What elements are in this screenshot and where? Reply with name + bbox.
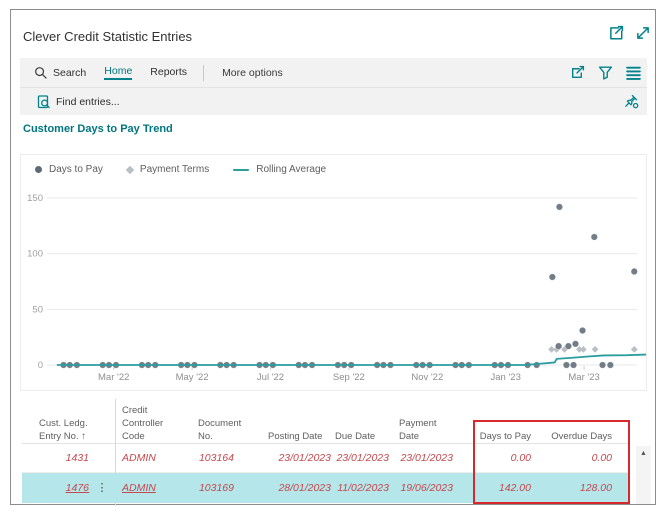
more-options-button[interactable]: More options	[222, 67, 283, 79]
cell-days_to_pay: 0.00	[510, 452, 531, 464]
svg-text:Jul '22: Jul '22	[257, 372, 284, 383]
column-header-line: Credit	[122, 405, 148, 416]
cell-days_to_pay: 142.00	[498, 482, 531, 494]
filter-icon[interactable]	[598, 65, 613, 80]
table-scrollbar[interactable]: ▲	[636, 446, 651, 504]
cell-due_date: 11/02/2023	[337, 482, 389, 494]
svg-text:Nov '22: Nov '22	[411, 372, 443, 383]
cell-document_no: 103164	[198, 452, 234, 464]
svg-text:50: 50	[32, 304, 43, 315]
app-window: Clever Credit Statistic Entries Search H…	[10, 9, 656, 506]
column-header-line: Entry No. ↑	[39, 431, 86, 442]
cell-entry_no: 1431	[65, 452, 89, 464]
svg-text:Mar '22: Mar '22	[98, 372, 129, 383]
svg-text:0: 0	[38, 360, 43, 371]
search-button[interactable]: Search	[34, 66, 86, 79]
find-entries-icon	[37, 94, 51, 109]
column-header-entry_no[interactable]: Cust. Ledg. Entry No. ↑	[39, 399, 101, 443]
cell-payment_date: 19/06/2023	[400, 482, 453, 494]
open-in-new-window-icon[interactable]	[608, 25, 624, 41]
column-header-line: Days to Pay	[479, 431, 531, 442]
row-options-ellipsis-icon[interactable]: ⋮	[95, 473, 109, 503]
svg-text:Sep '22: Sep '22	[333, 372, 365, 383]
column-header-due_date[interactable]: Due Date	[335, 399, 387, 443]
legend-item-payment-terms: Payment Terms	[125, 164, 210, 175]
legend-label: Payment Terms	[139, 164, 210, 175]
svg-text:150: 150	[27, 193, 43, 204]
column-header-line: Overdue Days	[551, 431, 612, 442]
scroll-up-icon[interactable]: ▲	[640, 450, 647, 504]
action-bar: Search Home Reports More options	[20, 58, 647, 87]
share-icon[interactable]	[570, 65, 585, 80]
find-entries-label: Find entries...	[56, 95, 120, 108]
svg-text:Mar '23: Mar '23	[568, 372, 599, 383]
search-label: Search	[53, 66, 87, 79]
column-header-line: No.	[198, 431, 213, 442]
column-header-payment_date[interactable]: Payment Date	[399, 399, 451, 443]
pin-icon[interactable]	[624, 94, 639, 109]
page-title: Clever Credit Statistic Entries	[23, 29, 193, 44]
column-header-line: Controller	[122, 418, 164, 429]
find-entries-bar[interactable]: Find entries...	[20, 87, 647, 115]
cell-credit_controller_code: ADMIN	[122, 452, 156, 464]
svg-text:100: 100	[27, 249, 43, 260]
expand-fullscreen-icon[interactable]	[635, 25, 651, 41]
column-header-line: Payment	[399, 418, 437, 429]
column-header-document_no[interactable]: Document No.	[198, 399, 248, 443]
cell-overdue_days: 128.00	[579, 482, 612, 494]
column-header-overdue_days[interactable]: Overdue Days	[524, 399, 612, 443]
search-icon	[35, 67, 47, 79]
toolbar-right-icons	[570, 65, 647, 80]
tab-home[interactable]: Home	[104, 65, 133, 80]
legend-label: Rolling Average	[256, 164, 327, 175]
cell-overdue_days: 0.00	[591, 452, 612, 464]
column-header-credit_controller_code[interactable]: Credit Controller Code	[122, 399, 184, 443]
column-header-line: Document	[198, 418, 242, 429]
chart-legend: Days to Pay Payment Terms Rolling Averag…	[35, 164, 350, 175]
line-marker-icon	[233, 168, 250, 171]
cell-posting_date: 23/01/2023	[278, 452, 331, 464]
tab-reports[interactable]: Reports	[150, 66, 187, 79]
column-header-posting_date[interactable]: Posting Date	[268, 399, 332, 443]
title-bar: Clever Credit Statistic Entries	[11, 10, 655, 58]
cell-entry_no[interactable]: 1476	[31, 473, 89, 503]
circle-marker-icon	[35, 166, 42, 173]
cell-credit_controller_code[interactable]: ADMIN	[122, 473, 180, 503]
chart-card: Days to Pay Payment Terms Rolling Averag…	[20, 154, 647, 391]
column-header-line: Posting Date	[268, 431, 323, 442]
svg-text:Jan '23: Jan '23	[491, 372, 521, 383]
legend-item-days-to-pay: Days to Pay	[35, 164, 103, 175]
column-header-line: Code	[122, 431, 145, 442]
legend-item-rolling-average: Rolling Average	[233, 164, 326, 175]
trend-chart: 0 50 100 150 Mar '22 May '22 Jul '22 Sep '22 Nov…	[27, 193, 646, 383]
cell-due_date: 23/01/2023	[336, 452, 389, 464]
list-options-icon[interactable]	[626, 65, 641, 80]
column-header-line: Due Date	[335, 431, 376, 442]
legend-label: Days to Pay	[49, 164, 103, 175]
diamond-marker-icon	[125, 165, 135, 174]
column-header-days_to_pay[interactable]: Days to Pay	[453, 399, 531, 443]
column-header-line: Date	[399, 431, 420, 442]
cell-posting_date: 28/01/2023	[278, 482, 331, 494]
section-heading: Customer Days to Pay Trend	[23, 123, 173, 135]
column-header-line: Cust. Ledg.	[39, 418, 88, 429]
svg-text:May '22: May '22	[176, 372, 209, 383]
cell-payment_date: 23/01/2023	[400, 452, 453, 464]
toolbar-divider	[203, 64, 205, 81]
cell-document_no: 103169	[198, 482, 234, 494]
